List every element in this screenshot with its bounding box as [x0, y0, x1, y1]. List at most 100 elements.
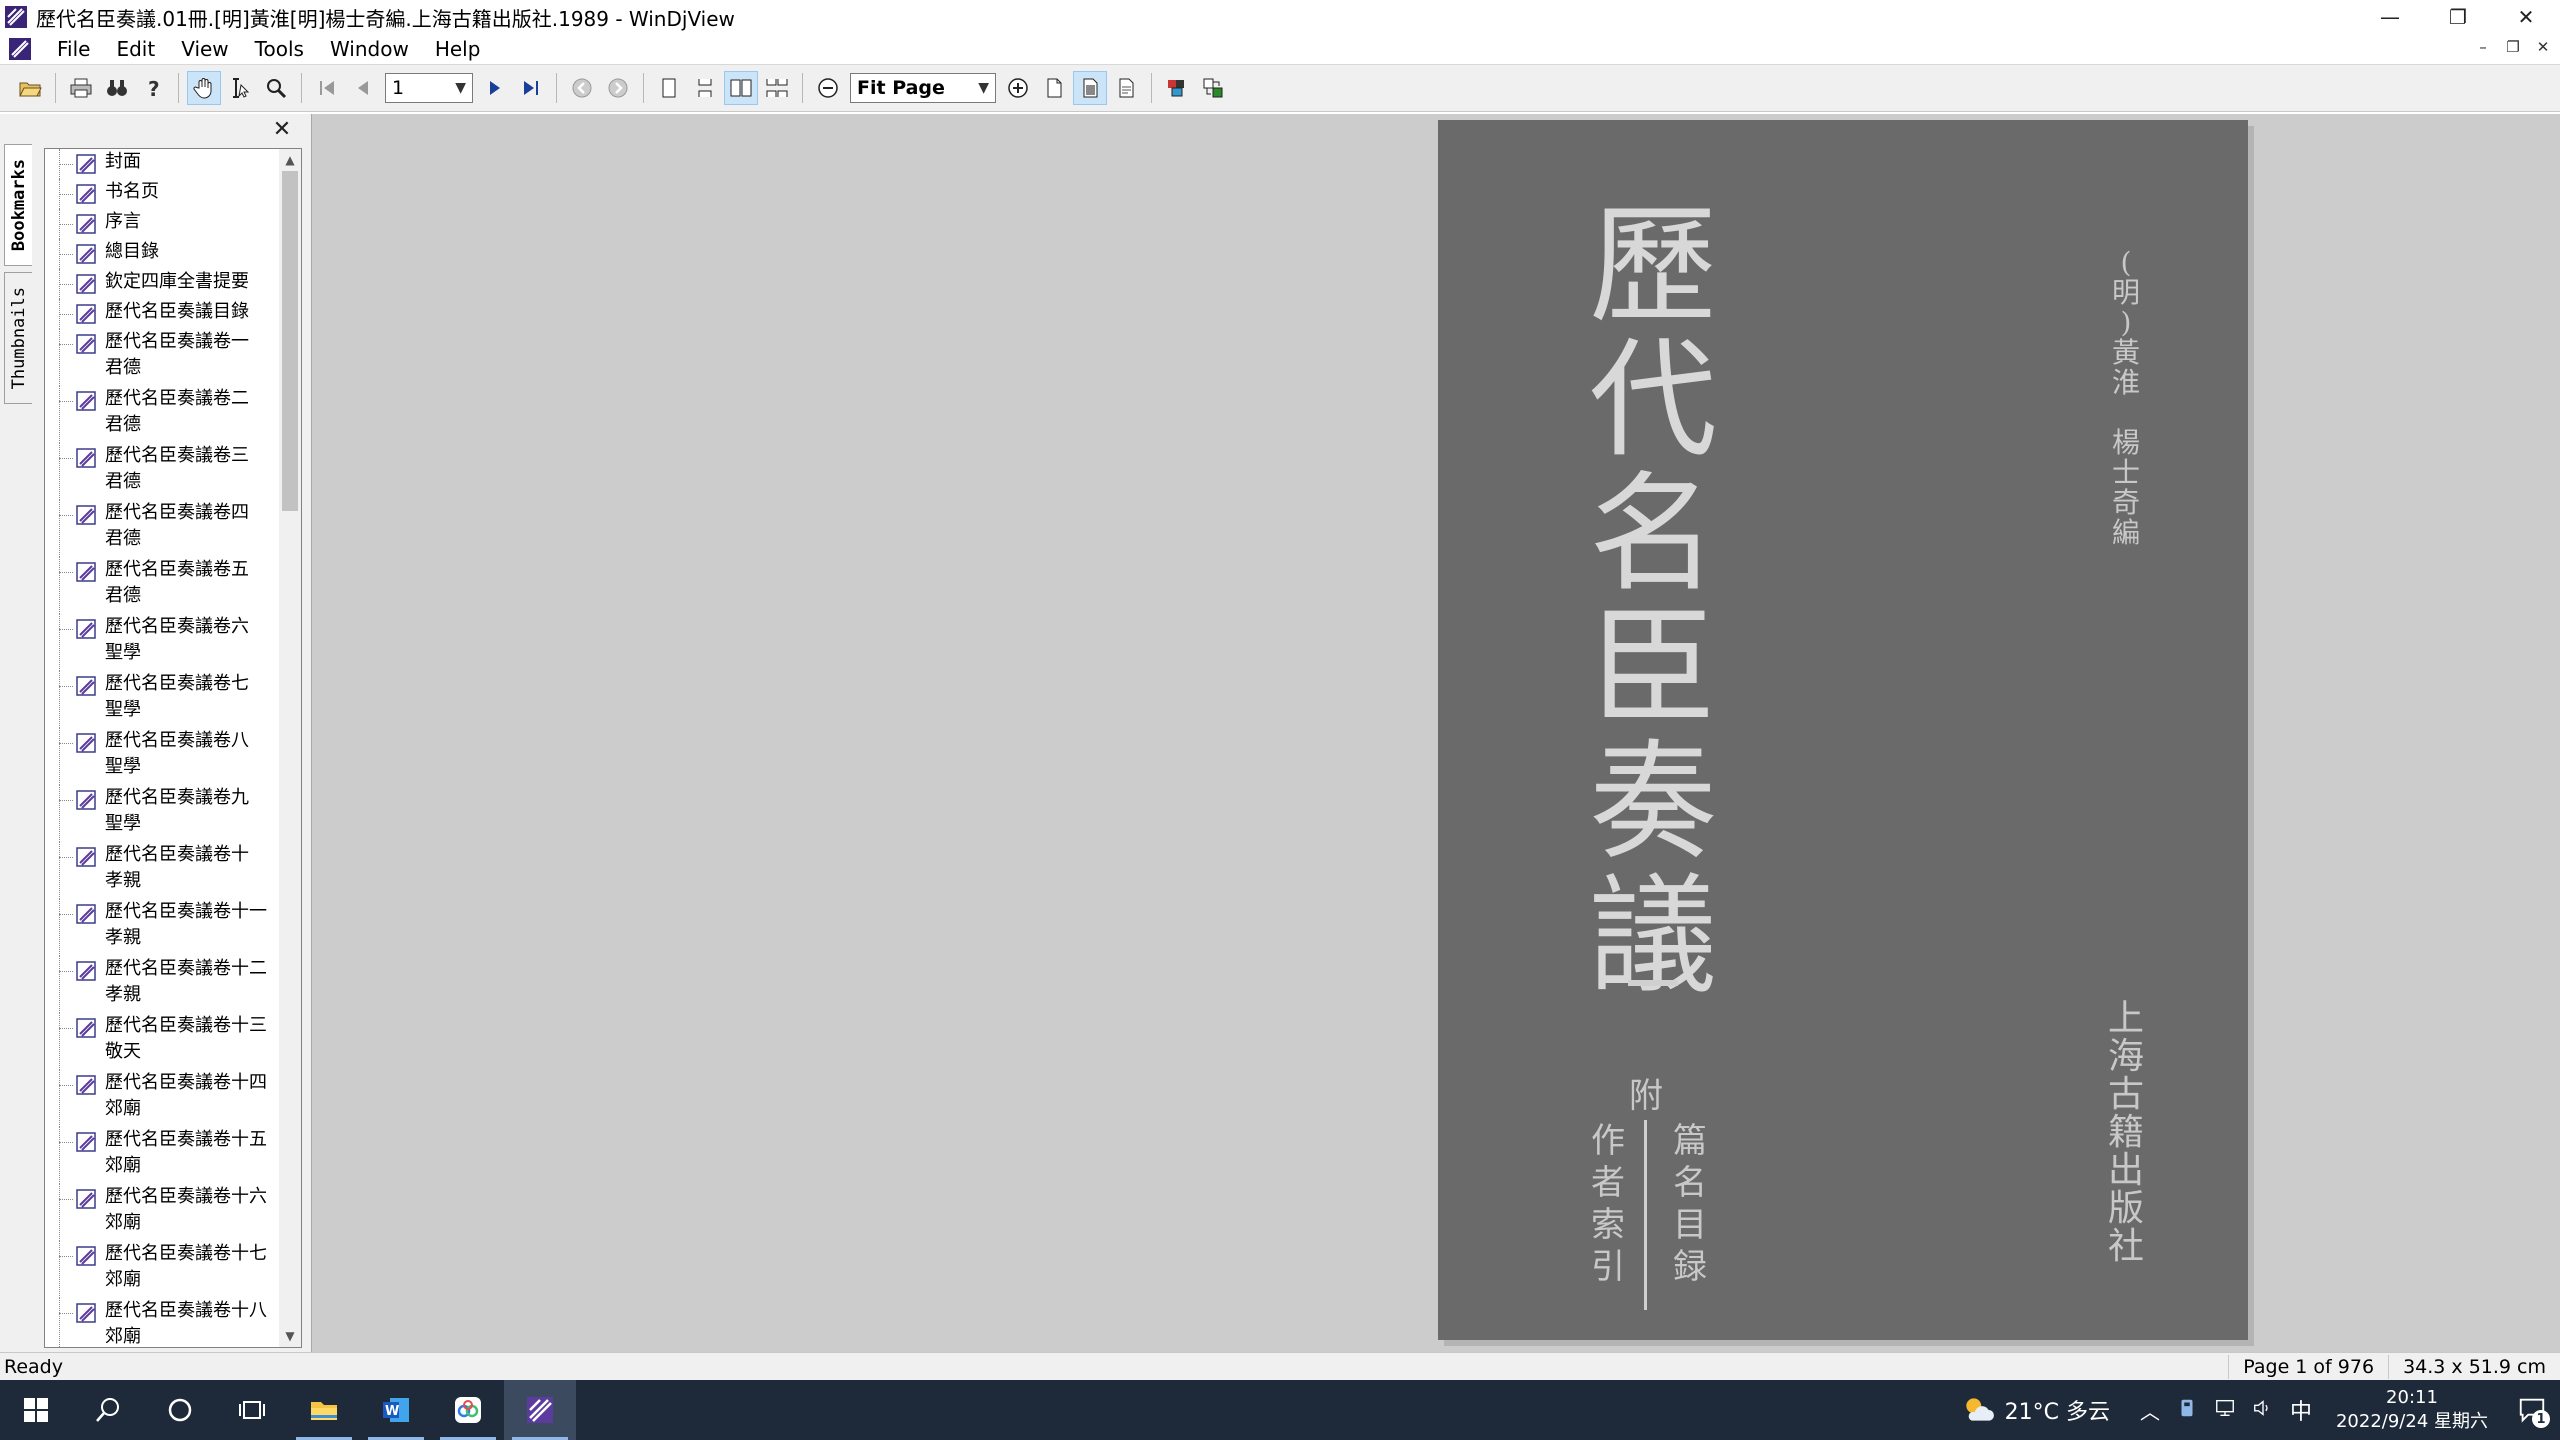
minimize-button[interactable]: —	[2356, 0, 2424, 34]
search-button[interactable]	[72, 1380, 144, 1440]
scroll-down-arrow[interactable]: ▼	[279, 1325, 301, 1347]
continuous-facing-button[interactable]	[760, 71, 794, 105]
weather-widget[interactable]: 21°C 多云	[1961, 1393, 2110, 1427]
zoom-out-button[interactable]	[811, 71, 845, 105]
show-hidden-icons-chevron-icon[interactable]: ︿	[2140, 1396, 2160, 1425]
bookmark-item[interactable]: 歷代名臣奏議卷九 聖學	[45, 785, 281, 842]
taskbar-file-explorer[interactable]	[288, 1380, 360, 1440]
forward-button[interactable]	[601, 71, 635, 105]
single-page-button[interactable]	[652, 71, 686, 105]
bookmark-subtitle: 敬天	[105, 1041, 141, 1062]
mdi-close-button[interactable]: ✕	[2532, 36, 2554, 58]
tab-thumbnails[interactable]: Thumbnails	[4, 272, 32, 404]
bookmark-item[interactable]: 歷代名臣奏議卷一 君德	[45, 329, 281, 386]
mdi-restore-button[interactable]: ❐	[2502, 36, 2524, 58]
bookmark-item[interactable]: 歷代名臣奏議卷十八 郊廟	[45, 1298, 281, 1347]
bookmark-item[interactable]: 歷代名臣奏議卷四 君德	[45, 500, 281, 557]
bookmarks-scrollbar[interactable]: ▲ ▼	[279, 149, 301, 1347]
document-menu-icon[interactable]	[8, 37, 32, 61]
bookmark-item[interactable]: 歷代名臣奏議卷五 君德	[45, 557, 281, 614]
zoom-in-icon	[1008, 78, 1028, 98]
document-view[interactable]: 歷 代 名 臣 奏 議 ( 明 ) 黃 淮 楊 士 奇 編 上 海 古 籍 出 …	[312, 114, 2560, 1352]
page-number-combo[interactable]: 1 ▼	[385, 73, 473, 103]
clock[interactable]: 20:11 2022/9/24 星期六	[2336, 1386, 2488, 1434]
open-button[interactable]	[13, 71, 47, 105]
volume-icon[interactable]	[2252, 1397, 2274, 1424]
zoom-in-button[interactable]	[1001, 71, 1035, 105]
bookmark-item[interactable]: 歷代名臣奏議卷八 聖學	[45, 728, 281, 785]
next-page-button[interactable]	[478, 71, 512, 105]
fit-width-icon	[1047, 78, 1062, 98]
tab-bookmarks[interactable]: Bookmarks	[4, 144, 32, 266]
cover-publisher: 上 海 古 籍 出 版 社	[2107, 998, 2144, 1267]
bookmark-item[interactable]: 歷代名臣奏議卷十六 郊廟	[45, 1184, 281, 1241]
svg-text:W: W	[385, 1404, 399, 1419]
document-page[interactable]: 歷 代 名 臣 奏 議 ( 明 ) 黃 淮 楊 士 奇 編 上 海 古 籍 出 …	[1438, 120, 2248, 1340]
zoom-tool-button[interactable]	[259, 71, 293, 105]
bookmark-item[interactable]: 欽定四庫全書提要	[45, 269, 281, 299]
zoom-combo[interactable]: Fit Page ▼	[850, 73, 996, 103]
start-button[interactable]	[0, 1380, 72, 1440]
bookmark-item[interactable]: 歷代名臣奏議卷三 君德	[45, 443, 281, 500]
bookmark-item[interactable]: 歷代名臣奏議卷十五 郊廟	[45, 1127, 281, 1184]
restore-button[interactable]: ❐	[2424, 0, 2492, 34]
task-view-button[interactable]	[216, 1380, 288, 1440]
menu-view[interactable]: View	[168, 37, 241, 61]
bookmark-item[interactable]: 封面	[45, 149, 281, 179]
fit-page-button[interactable]	[1073, 71, 1107, 105]
fit-width-button[interactable]	[1037, 71, 1071, 105]
bookmark-item[interactable]: 歷代名臣奏議卷十四 郊廟	[45, 1070, 281, 1127]
bookmark-item[interactable]: 歷代名臣奏議卷十三 敬天	[45, 1013, 281, 1070]
continuous-button[interactable]	[688, 71, 722, 105]
bookmark-item[interactable]: 總目錄	[45, 239, 281, 269]
window-controls: — ❐ ✕	[2356, 0, 2560, 34]
bookmark-item[interactable]: 歷代名臣奏議卷七 聖學	[45, 671, 281, 728]
first-page-button[interactable]	[310, 71, 344, 105]
print-button[interactable]	[64, 71, 98, 105]
taskbar-word[interactable]: W	[360, 1380, 432, 1440]
bookmark-title: 歷代名臣奏議卷八	[105, 730, 249, 751]
bookmark-item[interactable]: 歷代名臣奏議卷十一 孝親	[45, 899, 281, 956]
menu-edit[interactable]: Edit	[103, 37, 168, 61]
bookmark-item[interactable]: 歷代名臣奏議目錄	[45, 299, 281, 329]
find-button[interactable]	[100, 71, 134, 105]
actual-size-icon	[1119, 78, 1134, 98]
fit-page-icon	[1083, 78, 1098, 98]
bookmark-item[interactable]: 歷代名臣奏議卷十二 孝親	[45, 956, 281, 1013]
actual-size-button[interactable]	[1109, 71, 1143, 105]
scroll-up-arrow[interactable]: ▲	[279, 149, 301, 171]
bookmark-item[interactable]: 歷代名臣奏議卷二 君德	[45, 386, 281, 443]
last-page-button[interactable]	[514, 71, 548, 105]
panel-splitter[interactable]	[302, 114, 312, 1352]
tab-bookmarks-label: Bookmarks	[8, 158, 29, 252]
network-icon[interactable]	[2214, 1397, 2236, 1424]
taskbar-windjview[interactable]	[504, 1380, 576, 1440]
display-mode-button[interactable]	[1160, 71, 1194, 105]
input-method-indicator[interactable]: 中	[2290, 1394, 2312, 1426]
bookmark-item[interactable]: 歷代名臣奏議卷六 聖學	[45, 614, 281, 671]
previous-page-button[interactable]	[346, 71, 380, 105]
menu-help[interactable]: Help	[422, 37, 494, 61]
menu-tools[interactable]: Tools	[242, 37, 317, 61]
cortana-button[interactable]	[144, 1380, 216, 1440]
scroll-thumb[interactable]	[282, 171, 298, 511]
select-tool-button[interactable]	[223, 71, 257, 105]
bookmark-item[interactable]: 序言	[45, 209, 281, 239]
whats-this-button[interactable]: ?	[136, 71, 170, 105]
action-center-button[interactable]: 1	[2504, 1380, 2560, 1440]
back-button[interactable]	[565, 71, 599, 105]
layers-button[interactable]	[1196, 71, 1230, 105]
taskbar-cloud-app[interactable]	[432, 1380, 504, 1440]
mdi-minimize-button[interactable]: –	[2472, 36, 2494, 58]
bookmark-item[interactable]: 歷代名臣奏議卷十七 郊廟	[45, 1241, 281, 1298]
panel-close-button[interactable]: ✕	[270, 118, 294, 142]
bookmark-item[interactable]: 书名页	[45, 179, 281, 209]
facing-pages-button[interactable]	[724, 71, 758, 105]
bookmarks-tree[interactable]: 封面 书名页 序言 總目錄 欽定四庫全書提要 歷代名臣奏議目錄 歷代名臣奏議卷一 君德 歷代名臣…	[44, 148, 302, 1348]
bookmark-item[interactable]: 歷代名臣奏議卷十 孝親	[45, 842, 281, 899]
usb-device-icon[interactable]	[2176, 1397, 2198, 1424]
hand-tool-button[interactable]	[187, 71, 221, 105]
menu-window[interactable]: Window	[317, 37, 422, 61]
menu-file[interactable]: File	[44, 37, 103, 61]
close-button[interactable]: ✕	[2492, 0, 2560, 34]
